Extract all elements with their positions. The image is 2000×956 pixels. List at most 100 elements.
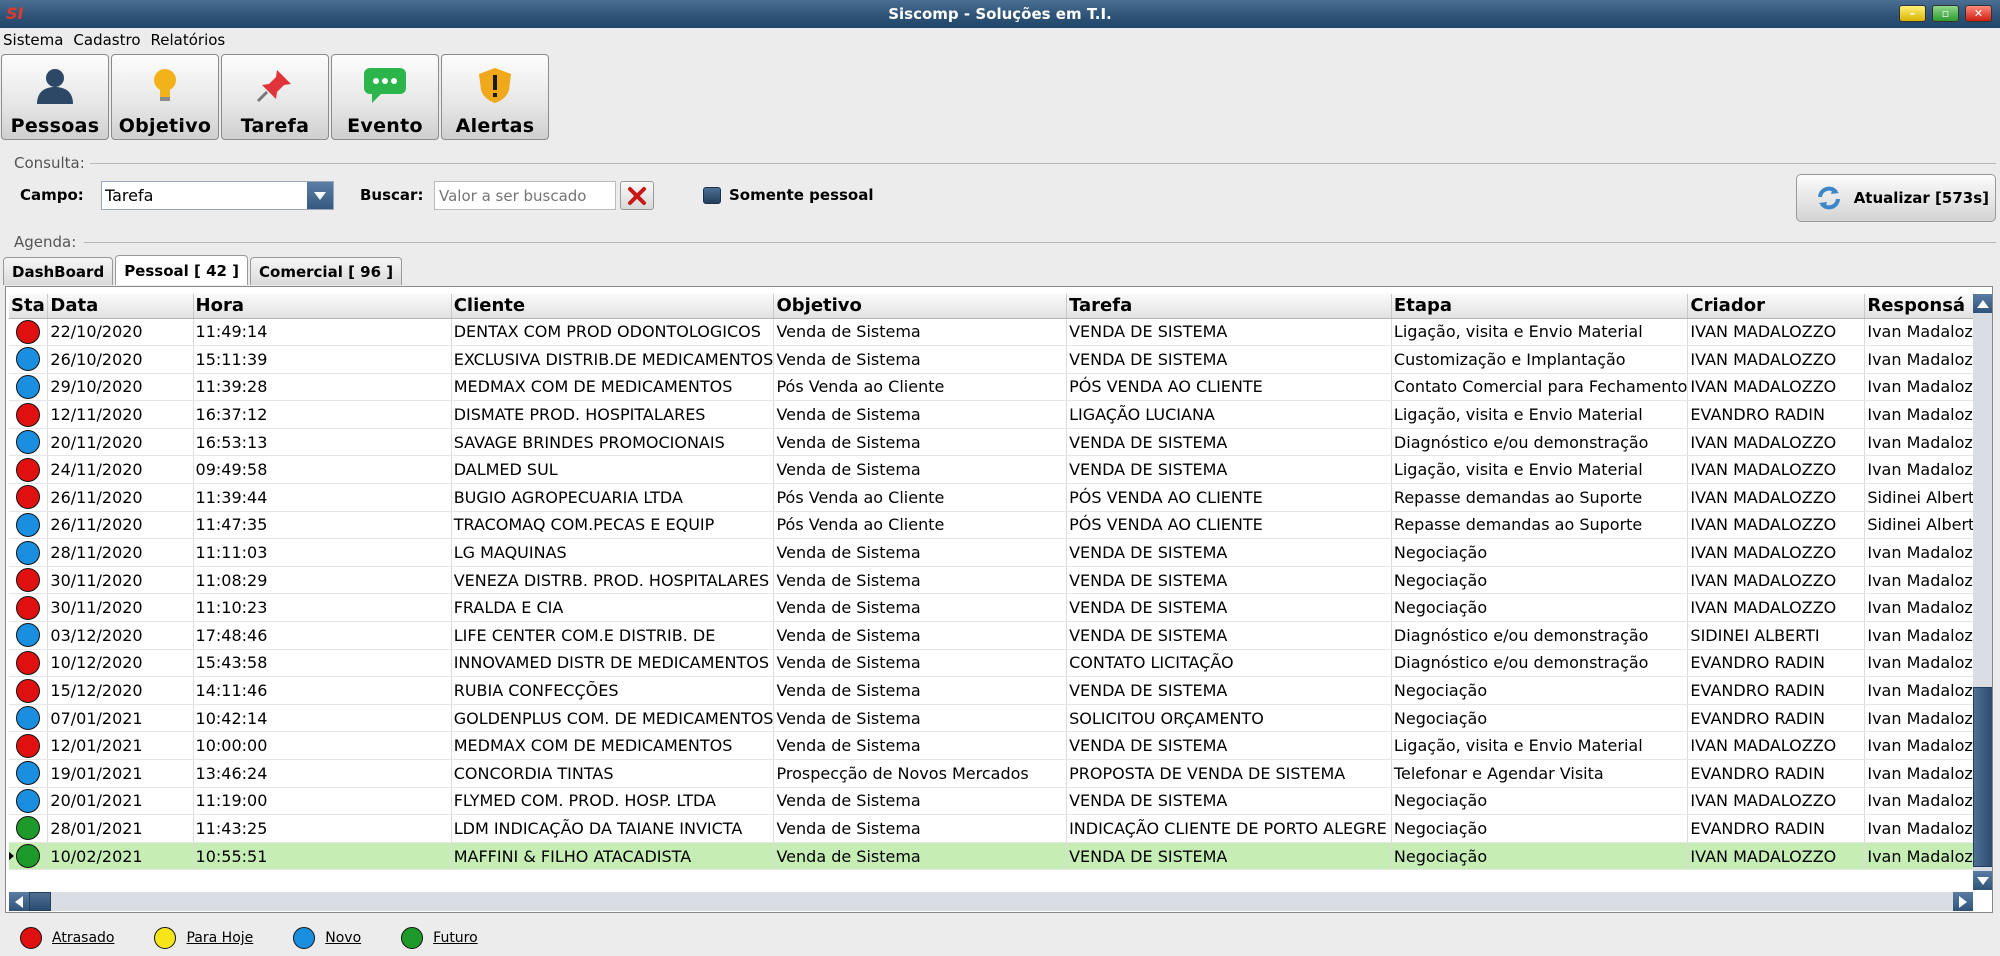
column-header-tarefa[interactable]: Tarefa xyxy=(1066,294,1392,319)
cell-etapa: Negociação xyxy=(1391,593,1689,623)
status-cell xyxy=(9,345,49,374)
tab-pessoal[interactable]: Pessoal [ 42 ] xyxy=(115,255,249,285)
cell-cliente: INNOVAMED DISTR DE MEDICAMENTOS xyxy=(451,649,775,678)
cell-criador: IVAN MADALOZZO xyxy=(1687,511,1866,540)
search-input[interactable] xyxy=(434,181,616,210)
cell-data: 03/12/2020 xyxy=(47,621,194,650)
campo-label: Campo: xyxy=(20,186,84,204)
table-row[interactable]: 20/01/2021 11:19:00 FLYMED COM. PROD. HOSP… xyxy=(9,787,1992,816)
maximize-button[interactable]: ▫ xyxy=(1932,5,1959,22)
table-row[interactable]: 07/01/2021 10:42:14 GOLDENPLUS COM. DE MED… xyxy=(9,704,1992,733)
table-row[interactable]: 26/11/2020 11:47:35 TRACOMAQ COM.PECAS E E… xyxy=(9,511,1992,540)
cell-objetivo: Venda de Sistema xyxy=(773,428,1068,457)
refresh-button[interactable]: Atualizar [573s] xyxy=(1796,174,1996,222)
cell-data: 22/10/2020 xyxy=(47,318,194,347)
column-header-cliente[interactable]: Cliente xyxy=(451,294,775,319)
close-button[interactable]: ✕ xyxy=(1965,5,1992,22)
cell-objetivo: Venda de Sistema xyxy=(773,400,1068,429)
table-row[interactable]: 30/11/2020 11:10:23 FRALDA E CIA Venda de S… xyxy=(9,593,1992,623)
horizontal-scrollbar[interactable] xyxy=(9,892,1973,911)
objetivo-button[interactable]: Objetivo xyxy=(111,54,219,140)
scroll-left-icon[interactable] xyxy=(9,892,29,911)
chevron-down-icon[interactable] xyxy=(307,182,333,209)
somente-pessoal-checkbox[interactable] xyxy=(703,187,721,204)
table-row[interactable]: 22/10/2020 11:49:14 DENTAX COM PROD ODONTO… xyxy=(9,318,1992,347)
table-row[interactable]: 26/10/2020 15:11:39 EXCLUSIVA DISTRIB.DE M… xyxy=(9,345,1992,374)
cell-cliente: DALMED SUL xyxy=(451,455,775,485)
cell-objetivo: Pós Venda ao Cliente xyxy=(773,483,1068,512)
table-row[interactable]: 30/11/2020 11:08:29 VENEZA DISTRB. PROD. H… xyxy=(9,566,1992,595)
cell-hora: 11:08:29 xyxy=(193,566,452,595)
alertas-label: Alertas xyxy=(455,115,535,137)
table-row[interactable]: 20/11/2020 16:53:13 SAVAGE BRINDES PROMOCI… xyxy=(9,428,1992,457)
scroll-down-icon[interactable] xyxy=(1973,871,1992,890)
column-header-criador[interactable]: Criador xyxy=(1687,294,1866,319)
vertical-scrollbar[interactable] xyxy=(1973,294,1992,890)
window-title: Siscomp - Soluções em T.I. xyxy=(888,5,1112,23)
tarefa-button[interactable]: Tarefa xyxy=(221,54,329,140)
status-cell xyxy=(9,400,49,429)
vertical-scroll-thumb[interactable] xyxy=(1973,687,1992,867)
cell-tarefa: INDICAÇÃO CLIENTE DE PORTO ALEGRE xyxy=(1066,814,1392,843)
status-cell xyxy=(9,731,49,760)
cell-data: 26/11/2020 xyxy=(47,483,194,512)
table-row[interactable]: 10/02/2021 10:55:51 MAFFINI & FILHO ATACAD… xyxy=(9,842,1992,871)
column-header-hora[interactable]: Hora xyxy=(193,294,452,319)
column-header-data[interactable]: Data xyxy=(47,294,194,319)
blue-status-icon xyxy=(16,761,40,786)
app-logo-icon: SI xyxy=(6,4,24,23)
cell-data: 20/01/2021 xyxy=(47,787,194,816)
cell-criador: SIDINEI ALBERTI xyxy=(1687,621,1866,650)
menu-cadastro[interactable]: Cadastro xyxy=(73,31,140,49)
cell-hora: 10:55:51 xyxy=(193,842,452,871)
status-cell xyxy=(9,428,49,457)
green-status-icon xyxy=(16,844,40,869)
tab-dashboard[interactable]: DashBoard xyxy=(3,257,114,285)
table-row[interactable]: 26/11/2020 11:39:44 BUGIO AGROPECUARIA LTD… xyxy=(9,483,1992,512)
menu-relatorios[interactable]: Relatórios xyxy=(151,31,226,49)
table-row[interactable]: 12/11/2020 16:37:12 DISMATE PROD. HOSPITAL… xyxy=(9,400,1992,429)
evento-button[interactable]: Evento xyxy=(331,54,439,140)
table-row[interactable]: 12/01/2021 10:00:00 MEDMAX COM DE MEDICAME… xyxy=(9,731,1992,760)
clear-search-button[interactable] xyxy=(620,181,654,210)
scroll-right-icon[interactable] xyxy=(1953,892,1973,911)
blue-status-icon xyxy=(16,706,40,731)
objetivo-label: Objetivo xyxy=(118,115,212,137)
cell-data: 10/02/2021 xyxy=(47,842,194,871)
table-row[interactable]: 10/12/2020 15:43:58 INNOVAMED DISTR DE MED… xyxy=(9,649,1992,678)
legend-novo: Novo xyxy=(293,927,361,949)
table-row[interactable]: 15/12/2020 14:11:46 RUBIA CONFECÇÕES Venda … xyxy=(9,676,1992,705)
status-cell xyxy=(9,566,49,595)
cell-criador: IVAN MADALOZZO xyxy=(1687,455,1866,485)
table-row[interactable]: 24/11/2020 09:49:58 DALMED SUL Venda de Sis… xyxy=(9,455,1992,485)
pessoas-button[interactable]: Pessoas xyxy=(1,54,109,140)
status-cell xyxy=(9,759,49,788)
table-row[interactable]: 29/10/2020 11:39:28 MEDMAX COM DE MEDICAME… xyxy=(9,373,1992,402)
campo-select[interactable]: Tarefa xyxy=(101,181,334,210)
refresh-label: Atualizar [573s] xyxy=(1853,189,1989,207)
column-header-status[interactable]: Sta xyxy=(9,294,49,319)
cell-tarefa: VENDA DE SISTEMA xyxy=(1066,318,1392,347)
table-row[interactable]: 03/12/2020 17:48:46 LIFE CENTER COM.E DIST… xyxy=(9,621,1992,650)
cell-hora: 16:37:12 xyxy=(193,400,452,429)
cell-hora: 10:00:00 xyxy=(193,731,452,760)
tab-comercial[interactable]: Comercial [ 96 ] xyxy=(250,257,403,285)
cell-cliente: MAFFINI & FILHO ATACADISTA xyxy=(451,842,775,871)
red-status-icon xyxy=(20,927,42,949)
table-row[interactable]: 19/01/2021 13:46:24 CONCORDIA TINTAS Prospe… xyxy=(9,759,1992,788)
horizontal-scroll-thumb[interactable] xyxy=(29,892,51,911)
blue-status-icon xyxy=(16,430,40,455)
scroll-up-icon[interactable] xyxy=(1973,294,1992,313)
alertas-button[interactable]: Alertas xyxy=(441,54,549,140)
cell-etapa: Negociação xyxy=(1391,704,1689,733)
column-header-objetivo[interactable]: Objetivo xyxy=(773,294,1068,319)
minimize-button[interactable]: – xyxy=(1899,5,1926,22)
menu-sistema[interactable]: Sistema xyxy=(3,31,63,49)
consulta-group-label: Consulta: xyxy=(14,154,85,172)
column-header-etapa[interactable]: Etapa xyxy=(1391,294,1689,319)
cell-criador: IVAN MADALOZZO xyxy=(1687,428,1866,457)
refresh-icon xyxy=(1817,186,1840,210)
table-row[interactable]: 28/11/2020 11:11:03 LG MAQUINAS Venda de Si… xyxy=(9,538,1992,567)
table-row[interactable]: 28/01/2021 11:43:25 LDM INDICAÇÃO DA TAIAN… xyxy=(9,814,1992,843)
cell-hora: 11:47:35 xyxy=(193,511,452,540)
